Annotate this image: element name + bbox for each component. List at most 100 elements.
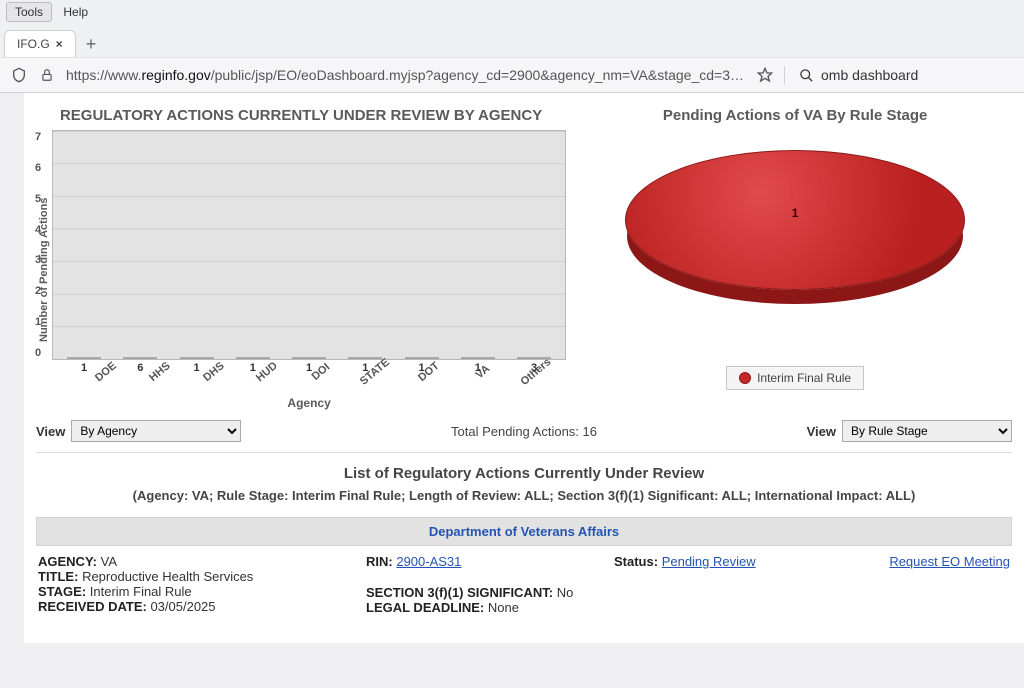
view-right-label: View [807, 424, 836, 439]
recd-key: RECEIVED DATE: [38, 599, 147, 614]
pie-slice[interactable]: 1 [625, 150, 965, 290]
bar-rect[interactable]: 1 [180, 357, 214, 359]
bar-col: 1 [288, 357, 330, 359]
shield-icon[interactable] [10, 66, 28, 84]
y-tick: 2 [35, 285, 41, 297]
browser-tab[interactable]: IFO.G × [4, 30, 76, 57]
stage-key: STAGE: [38, 584, 86, 599]
bar-rect[interactable]: 3 [517, 357, 551, 359]
lock-icon[interactable] [38, 66, 56, 84]
bar-x-axis-label: Agency [52, 396, 566, 410]
total-pending: Total Pending Actions: 16 [241, 424, 806, 439]
dept-header: Department of Veterans Affairs [36, 517, 1012, 546]
rec-col-2: RIN: 2900-AS31 SECTION 3(f)(1) SIGNIFICA… [366, 554, 606, 615]
pie-chart-title: Pending Actions of VA By Rule Stage [578, 101, 1012, 130]
bar-value-label: 3 [531, 362, 537, 374]
bar-col: 1 [457, 357, 499, 359]
bar-col: 1 [176, 357, 218, 359]
bar-col: 1 [63, 357, 105, 359]
menu-tools[interactable]: Tools [6, 2, 52, 22]
tab-bar: IFO.G × + [0, 24, 1024, 57]
bar-value-label: 1 [475, 362, 481, 374]
browser-chrome: Tools Help IFO.G × + https://www.reginfo… [0, 0, 1024, 93]
new-tab-button[interactable]: + [76, 32, 107, 56]
y-tick: 0 [35, 347, 41, 359]
bar-chart-plot: 76543210 161111113 [52, 130, 566, 360]
url-prefix: https://www. [66, 67, 141, 83]
bar-chart-box: REGULATORY ACTIONS CURRENTLY UNDER REVIE… [36, 101, 566, 410]
y-tick: 1 [35, 316, 41, 328]
bar-value-label: 1 [419, 362, 425, 374]
url-path: /public/jsp/EO/eoDashboard.myjsp?agency_… [211, 67, 746, 83]
bar-chart-title: REGULATORY ACTIONS CURRENTLY UNDER REVIE… [36, 101, 566, 130]
bar-rect[interactable]: 1 [405, 357, 439, 359]
title-val: Reproductive Health Services [82, 569, 253, 584]
bar-col: 1 [232, 357, 274, 359]
list-filters: (Agency: VA; Rule Stage: Interim Final R… [36, 488, 1012, 503]
bar-rect[interactable]: 6 [123, 357, 157, 359]
rec-col-3: Status: Pending Review [614, 554, 834, 615]
bar-col: 6 [119, 357, 161, 359]
bar-rect[interactable]: 1 [461, 357, 495, 359]
bar-rect[interactable]: 1 [236, 357, 270, 359]
agency-key: AGENCY: [38, 554, 97, 569]
bar-value-label: 1 [306, 362, 312, 374]
bar-value-label: 1 [194, 362, 200, 374]
deadline-key: LEGAL DEADLINE: [366, 600, 484, 615]
sig-key: SECTION 3(f)(1) SIGNIFICANT: [366, 585, 553, 600]
view-left: View By Agency [36, 420, 241, 442]
bar-value-label: 6 [137, 362, 143, 374]
status-link[interactable]: Pending Review [662, 554, 756, 569]
bar-value-label: 1 [362, 362, 368, 374]
sig-val: No [557, 585, 574, 600]
pie-legend[interactable]: Interim Final Rule [726, 366, 864, 390]
rin-link[interactable]: 2900-AS31 [396, 554, 461, 569]
list-title: List of Regulatory Actions Currently Und… [36, 465, 1012, 482]
status-key: Status: [614, 554, 658, 569]
y-tick: 3 [35, 254, 41, 266]
bar-value-label: 1 [81, 362, 87, 374]
rec-col-4: Request EO Meeting [842, 554, 1010, 615]
pie-legend-label: Interim Final Rule [757, 371, 851, 385]
view-left-label: View [36, 424, 65, 439]
view-right-select[interactable]: By Rule Stage [842, 420, 1012, 442]
tab-label: IFO.G [17, 37, 50, 51]
bar-y-ticks: 76543210 [35, 131, 41, 359]
bar-col: 1 [344, 357, 386, 359]
bar-columns: 161111113 [53, 131, 565, 359]
close-tab-icon[interactable]: × [56, 37, 63, 51]
browser-search[interactable]: omb dashboard [784, 66, 1014, 84]
url-display[interactable]: https://www.reginfo.gov/public/jsp/EO/eo… [66, 67, 746, 83]
address-bar: https://www.reginfo.gov/public/jsp/EO/eo… [0, 57, 1024, 92]
bar-rect[interactable]: 1 [67, 357, 101, 359]
rin-key: RIN: [366, 554, 393, 569]
pie-center-label: 1 [792, 206, 799, 220]
y-tick: 6 [35, 162, 41, 174]
divider [36, 452, 1012, 453]
request-eo-link[interactable]: Request EO Meeting [889, 554, 1010, 569]
page-content: REGULATORY ACTIONS CURRENTLY UNDER REVIE… [24, 93, 1024, 643]
view-row: View By Agency Total Pending Actions: 16… [36, 420, 1012, 442]
deadline-val: None [488, 600, 519, 615]
bar-rect[interactable]: 1 [292, 357, 326, 359]
charts-row: REGULATORY ACTIONS CURRENTLY UNDER REVIE… [36, 101, 1012, 410]
menu-help[interactable]: Help [55, 3, 96, 21]
view-left-select[interactable]: By Agency [71, 420, 241, 442]
view-right: View By Rule Stage [807, 420, 1012, 442]
url-domain: reginfo.gov [141, 67, 210, 83]
record-row: AGENCY: VA TITLE: Reproductive Health Se… [36, 546, 1012, 623]
search-text: omb dashboard [821, 67, 918, 83]
bar-col: 3 [513, 357, 555, 359]
bar-rect[interactable]: 1 [348, 357, 382, 359]
pie-swatch-icon [739, 372, 751, 384]
y-tick: 7 [35, 131, 41, 143]
bar-value-label: 1 [250, 362, 256, 374]
pie-chart-box: Pending Actions of VA By Rule Stage 1 In… [578, 101, 1012, 410]
star-icon[interactable] [756, 66, 774, 84]
menu-bar: Tools Help [0, 0, 1024, 24]
y-tick: 4 [35, 224, 41, 236]
agency-val: VA [101, 554, 117, 569]
bar-col: 1 [401, 357, 443, 359]
search-icon [797, 66, 815, 84]
title-key: TITLE: [38, 569, 78, 584]
